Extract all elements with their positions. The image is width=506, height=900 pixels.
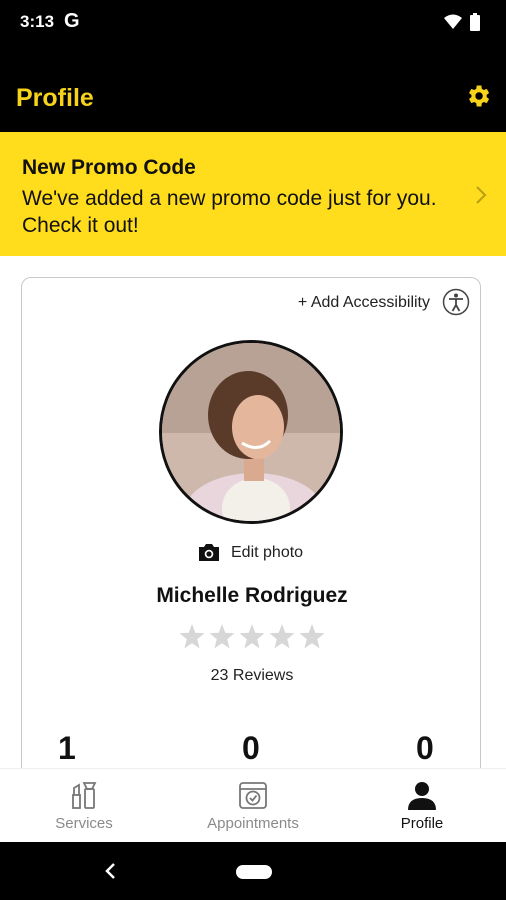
nav-label: Profile — [400, 815, 444, 832]
home-button[interactable] — [236, 865, 272, 879]
promo-title: New Promo Code — [22, 156, 196, 179]
avatar — [159, 340, 343, 524]
status-bar: 3:13 G — [0, 0, 506, 46]
profile-card: + Add Accessibility Edit photo Michelle … — [21, 277, 481, 817]
star-icon — [209, 624, 235, 649]
nav-item-profile[interactable]: Profile — [362, 779, 482, 832]
edit-photo-button[interactable]: Edit photo — [197, 542, 303, 563]
status-time: 3:13 — [20, 12, 55, 31]
star-icon — [179, 624, 205, 649]
profile-icon — [408, 782, 436, 810]
add-accessibility-button[interactable]: + Add Accessibility — [298, 294, 430, 312]
rating-stars — [179, 624, 325, 649]
nav-item-services[interactable]: Services — [24, 779, 144, 832]
edit-photo-label: Edit photo — [231, 543, 304, 561]
camera-icon — [199, 544, 219, 561]
nav-label: Services — [55, 815, 113, 832]
app-bar: Profile — [0, 46, 506, 132]
stat-value: 0 — [416, 730, 434, 766]
star-icon — [239, 624, 265, 649]
nav-label: Appointments — [207, 815, 299, 832]
gear-icon[interactable] — [464, 82, 492, 110]
stat-value: 1 — [58, 730, 76, 766]
wifi-icon — [444, 14, 462, 29]
google-icon: G — [64, 10, 80, 32]
star-icon — [299, 624, 325, 649]
stat-value: 0 — [242, 730, 260, 766]
promo-body: We've added a new promo code just for yo… — [22, 187, 437, 237]
services-icon — [72, 782, 97, 809]
avatar-photo — [162, 343, 340, 521]
status-icons — [444, 13, 480, 31]
page-title: Profile — [16, 84, 94, 112]
bottom-navigation: Services Appointments Profile — [0, 768, 506, 843]
chevron-right-icon — [476, 186, 487, 204]
system-navigation-bar — [0, 842, 506, 900]
reviews-link[interactable]: 23 Reviews — [22, 667, 482, 685]
promo-banner[interactable]: New Promo Code We've added a new promo c… — [0, 132, 506, 256]
profile-name: Michelle Rodriguez — [156, 584, 348, 607]
back-icon[interactable] — [104, 862, 118, 880]
star-icon — [269, 624, 295, 649]
nav-item-appointments[interactable]: Appointments — [193, 779, 313, 832]
accessibility-icon[interactable] — [442, 288, 470, 316]
appointments-icon — [239, 782, 267, 809]
battery-icon — [470, 13, 480, 31]
